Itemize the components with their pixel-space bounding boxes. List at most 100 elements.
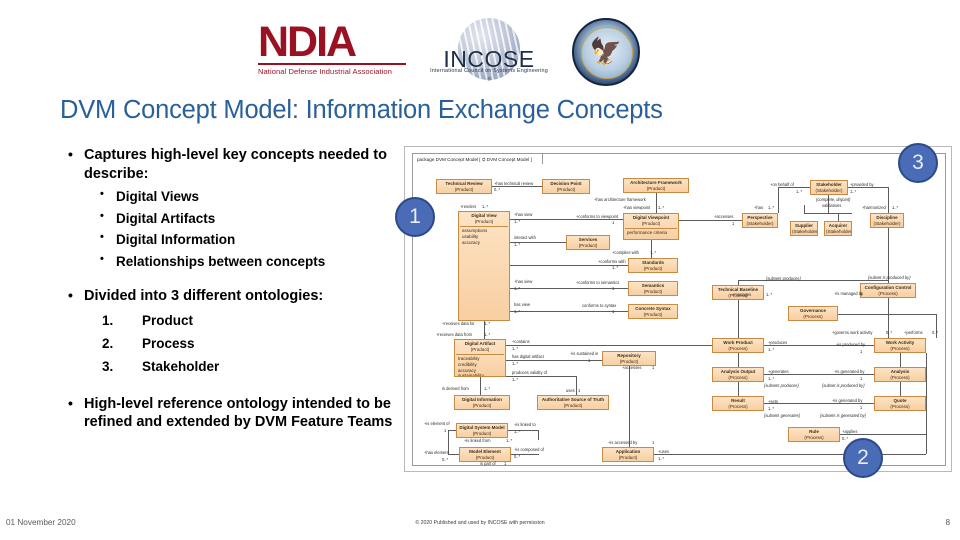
numbered-ontology-list: 1. Product 2. Process 3. Stakeholder — [62, 309, 402, 379]
uml-edge-label: 1..* — [512, 377, 519, 382]
uml-class-box[interactable]: Digital Information (Product) — [454, 395, 510, 410]
uml-edge-label: 1..* — [484, 386, 491, 391]
uml-class-box[interactable]: Technical Review (Product) — [436, 179, 492, 194]
uml-edge-label: 0..* — [494, 187, 501, 192]
connector-line — [840, 434, 926, 435]
uml-class-box[interactable]: Rule (Process) — [788, 427, 840, 442]
uml-class-stereotype: (Process) — [728, 345, 748, 351]
uml-edge-label: 1..* — [514, 219, 521, 224]
uml-edge-label: {subsets is generated by} — [820, 413, 866, 418]
uml-class-box[interactable]: Standards (Product) — [628, 258, 678, 273]
uml-edge-label: +has architecture framework — [594, 197, 646, 202]
uml-edge-label: 1 — [612, 309, 615, 314]
uml-class-box[interactable]: Authoritative Source of Truth (Product) — [537, 395, 609, 410]
uml-class-stereotype: (Process) — [890, 345, 910, 351]
bullet-marker: • — [68, 394, 73, 411]
uml-class-stereotype: (Process) — [803, 313, 823, 319]
uml-edge-label: has view — [514, 302, 530, 307]
bullet-content: • Captures high-level key concepts neede… — [62, 146, 402, 443]
uml-class-stereotype: (Stakeholder) — [815, 187, 843, 193]
uml-edge-label: 1..* — [768, 347, 775, 352]
uml-class-box[interactable]: Repository (Product) — [602, 351, 656, 366]
uml-class-box[interactable]: Digital System Model (Product) — [456, 423, 508, 438]
uml-class-name: Acquirer — [828, 223, 848, 228]
uml-edge-label: +renders — [460, 204, 477, 209]
uml-class-box[interactable]: Model Element (Product) — [459, 447, 511, 462]
uml-edge-label: 1 — [860, 291, 863, 296]
uml-class-box[interactable]: Work Activity (Process) — [874, 338, 926, 353]
uml-edge-label: +generates — [768, 369, 789, 374]
uml-class-name: Decision Point — [550, 181, 582, 186]
connector-line — [926, 353, 927, 454]
uml-class-stereotype: (Product) — [475, 454, 495, 460]
uml-class-box[interactable]: Governance (Process) — [788, 306, 838, 321]
uml-class-box[interactable]: Concrete Syntax (Product) — [628, 304, 678, 319]
uml-edge-label: +produces — [768, 340, 788, 345]
sub-bullet-label: Digital Information — [116, 232, 236, 248]
bullet-block-3: • High-level reference ontology intended… — [62, 395, 402, 433]
list-number: 1. — [102, 312, 114, 328]
ontology-item-product: 1. Product — [62, 309, 402, 332]
uml-edge-label: 1 — [588, 358, 591, 363]
footer-page-number: 8 — [945, 518, 950, 527]
uml-class-box[interactable]: Work Product (Process) — [712, 338, 764, 353]
sub-bullet-relationships: • Relationships between concepts — [62, 251, 402, 273]
uml-edge-label: +receives data for — [442, 321, 475, 326]
bullet-block-1: • Captures high-level key concepts neede… — [62, 146, 402, 273]
sub-bullet-label: Digital Artifacts — [116, 210, 216, 226]
uml-class-box[interactable]: Application (Product) — [602, 447, 654, 462]
uml-class-box[interactable]: Architecture Framework (Product) — [623, 178, 689, 193]
uml-edge-label: +has view — [514, 279, 533, 284]
bullet-text: High-level reference ontology intended t… — [84, 395, 393, 431]
callout-badge-3: 3 — [898, 143, 938, 183]
uml-class-box[interactable]: Digital View (Product) assumptions usabilit… — [458, 211, 510, 321]
uml-class-stereotype: (Product) — [618, 454, 638, 460]
uml-class-box[interactable]: Configuration Control (Process) — [860, 283, 916, 298]
bullet-text: Captures high-level key concepts needed … — [84, 147, 387, 182]
uml-class-box[interactable]: Discipline (Stakeholder) — [870, 213, 904, 228]
uml-class-stereotype: (Product) — [643, 288, 663, 294]
uml-class-box[interactable]: Supplier (Stakeholder) — [790, 221, 818, 236]
uml-edge-label: 1..* — [514, 309, 521, 314]
uml-edge-label: +manages — [732, 292, 752, 297]
callout-badge-2: 2 — [843, 438, 883, 478]
uml-edge-label: 1..* — [512, 361, 519, 366]
uml-class-stereotype: (Product) — [646, 185, 666, 191]
uml-edge-label: +applies — [842, 429, 858, 434]
uml-class-attributes: traceability credibility accuracy sustainab… — [456, 354, 504, 376]
ontology-item-process: 2. Process — [62, 332, 402, 355]
uml-class-box[interactable]: Perspective (Stakeholder) — [742, 213, 778, 228]
uml-edge-label: +accesses — [714, 214, 734, 219]
bullet-marker: • — [68, 146, 73, 162]
uml-class-box[interactable]: Quote (Process) — [874, 396, 926, 411]
uml-class-name: Concrete Syntax — [635, 306, 671, 311]
uml-class-box[interactable]: Services (Product) — [566, 235, 610, 250]
uml-class-box[interactable]: Semantics (Product) — [628, 281, 678, 296]
uml-edge-label: has digital artifact — [512, 354, 544, 359]
concept-model-diagram[interactable]: package DVM Concept Model [ ⛭ DVM Concep… — [404, 146, 952, 472]
uml-class-stereotype: (Product) — [641, 220, 661, 226]
uml-edge-label: +conforms with — [598, 259, 626, 264]
ontology-item-stakeholder: 3. Stakeholder — [62, 355, 402, 378]
uml-class-name: Configuration Control — [864, 285, 912, 290]
dod-seal-icon: 🦅 — [572, 18, 640, 86]
uml-class-box[interactable]: Analysis (Process) — [874, 367, 926, 382]
uml-class-box[interactable]: Result (Process) — [712, 396, 764, 411]
uml-edge-label: +is element of — [424, 421, 450, 426]
bullet-item-ontologies: • Divided into 3 different ontologies: — [62, 287, 402, 306]
uml-edge-label: +is sustained in — [570, 351, 599, 356]
uml-class-stereotype: (Product) — [619, 358, 639, 364]
uml-edge-label: +conforms to viewpoint — [576, 214, 618, 219]
uml-class-box[interactable]: Analysis Output (Process) — [712, 367, 764, 382]
connector-line — [510, 265, 628, 266]
connector-line — [764, 374, 874, 375]
uml-class-box[interactable]: Stakeholder (Stakeholder) — [810, 180, 848, 195]
connector-line — [738, 353, 739, 367]
uml-class-box[interactable]: Digital Viewpoint (Product) performance cr… — [623, 213, 679, 240]
bullet-item-captures: • Captures high-level key concepts neede… — [62, 146, 402, 184]
sub-bullet-label: Digital Views — [116, 188, 200, 204]
uml-class-box[interactable]: Digital Artifact (Product) traceability cre… — [454, 339, 506, 377]
uml-class-box[interactable]: Decision Point (Product) — [542, 179, 590, 194]
uml-class-box[interactable]: Acquirer (Stakeholder) — [824, 221, 852, 236]
uml-edge-label: is part of — [480, 461, 496, 466]
